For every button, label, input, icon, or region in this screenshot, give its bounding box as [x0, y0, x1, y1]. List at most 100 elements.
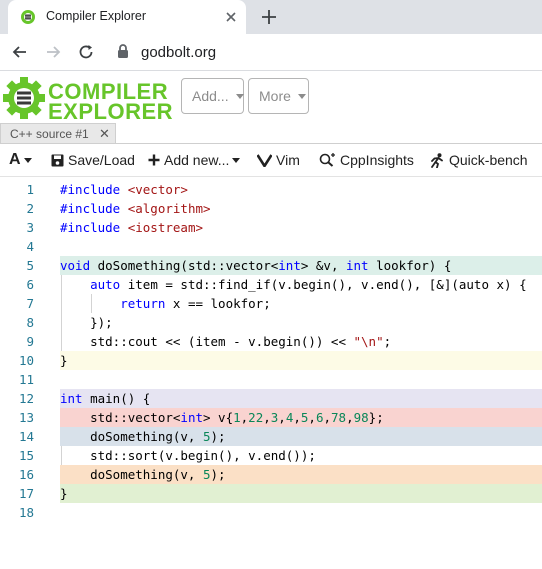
code-token: 1: [233, 410, 241, 425]
chevron-down-icon: [235, 93, 244, 99]
code-line[interactable]: 14 doSomething(v, 5);: [0, 427, 542, 446]
line-number: 11: [18, 372, 34, 387]
add-dropdown-button[interactable]: Add...: [181, 78, 244, 114]
code-token: });: [60, 315, 113, 330]
vim-label: Vim: [276, 152, 300, 168]
close-pane-icon[interactable]: ✕: [99, 126, 110, 142]
lock-icon: [118, 44, 128, 58]
code-line[interactable]: 3 #include <iostream>: [0, 218, 542, 237]
line-number: 16: [18, 467, 34, 482]
line-number: 10: [18, 353, 34, 368]
line-number: 3: [26, 220, 34, 235]
code-token: 78: [331, 410, 347, 425]
code-token: );: [210, 467, 226, 482]
code-editor[interactable]: 1 #include <vector> 2 #include <algorithm> 3…: [0, 180, 542, 569]
line-highlight: [60, 351, 542, 370]
code-token: lookfor) {: [368, 258, 452, 273]
more-button-label: More: [259, 88, 291, 104]
code-line[interactable]: 4: [0, 237, 542, 256]
code-token: #include: [60, 220, 128, 235]
code-token: return: [120, 296, 166, 311]
chevron-down-icon: [23, 157, 32, 163]
browser-tab[interactable]: Compiler Explorer: [8, 0, 246, 34]
code-token: x == lookfor;: [165, 296, 271, 311]
line-code: int main() {: [60, 389, 150, 408]
add-new-label: Add new...: [164, 152, 230, 168]
code-token: ,: [323, 410, 332, 425]
back-arrow-icon[interactable]: [10, 42, 30, 62]
vim-icon: [257, 153, 272, 167]
code-line[interactable]: 17}: [0, 484, 542, 503]
plus-icon: [148, 154, 160, 166]
close-tab-icon[interactable]: [222, 8, 240, 26]
compiler-explorer-logo[interactable]: COMPILER EXPLORER: [0, 73, 174, 124]
code-token: #include: [60, 182, 128, 197]
code-token: );: [210, 429, 226, 444]
line-code: #include <algorithm>: [60, 199, 211, 218]
line-number: 7: [26, 296, 34, 311]
code-token: }: [60, 353, 68, 368]
code-line[interactable]: 2 #include <algorithm>: [0, 199, 542, 218]
save-icon: [51, 154, 64, 166]
line-code: #include <iostream>: [60, 218, 203, 237]
gear-logo-icon: [3, 77, 45, 119]
line-code: doSomething(v, 5);: [60, 427, 226, 446]
code-line[interactable]: 10}: [0, 351, 542, 370]
address-bar[interactable]: godbolt.org: [141, 44, 216, 61]
save-load-label: Save/Load: [68, 152, 135, 168]
font-size-button[interactable]: A: [9, 151, 32, 169]
code-token: item = std::find_if(v.begin(), v.end(), …: [120, 277, 527, 292]
line-number: 13: [18, 410, 34, 425]
browser-toolbar: godbolt.org: [0, 34, 542, 71]
code-line[interactable]: 12 int main() {: [0, 389, 542, 408]
new-tab-icon[interactable]: [258, 6, 280, 28]
code-token: ,: [263, 410, 271, 425]
chevron-down-icon: [232, 157, 241, 163]
line-number: 4: [26, 239, 34, 254]
line-code: doSomething(v, 5);: [60, 465, 226, 484]
line-number: 18: [18, 505, 34, 520]
forward-arrow-icon[interactable]: [43, 42, 63, 62]
line-number: 14: [18, 429, 34, 444]
code-line[interactable]: 13 std::vector<int> v{1,22,3,4,5,6,78,98…: [0, 408, 542, 427]
code-token: 5: [203, 429, 211, 444]
code-token: <iostream>: [127, 220, 203, 235]
code-line[interactable]: 5 void doSomething(std::vector<int> &v, i…: [0, 256, 542, 275]
code-line[interactable]: 9 std::cout << (item - v.begin()) << "\n…: [0, 332, 542, 351]
code-line[interactable]: 8 });: [0, 313, 542, 332]
line-code: return x == lookfor;: [60, 294, 271, 313]
quick-bench-button[interactable]: Quick-bench: [429, 151, 528, 169]
tab-cpp-source-1[interactable]: C++ source #1 ✕: [0, 123, 116, 143]
vim-button[interactable]: Vim: [257, 151, 300, 169]
code-line[interactable]: 1 #include <vector>: [0, 180, 542, 199]
code-line[interactable]: 6 auto item = std::find_if(v.begin(), v.…: [0, 275, 542, 294]
code-line[interactable]: 16 doSomething(v, 5);: [0, 465, 542, 484]
save-load-button[interactable]: Save/Load: [51, 151, 135, 169]
code-token: int: [60, 391, 83, 406]
line-code: }: [60, 484, 68, 503]
code-token: ,: [308, 410, 316, 425]
code-line[interactable]: 18: [0, 503, 542, 522]
line-code: std::vector<int> v{1,22,3,4,5,6,78,98};: [60, 408, 384, 427]
cppinsights-button[interactable]: CppInsights: [319, 151, 414, 169]
code-line[interactable]: 15 std::sort(v.begin(), v.end());: [0, 446, 542, 465]
code-token: 5: [203, 467, 211, 482]
code-token: ,: [346, 410, 354, 425]
more-dropdown-button[interactable]: More: [248, 78, 309, 114]
code-token: std::cout << (item - v.begin()) <<: [60, 334, 354, 349]
code-line[interactable]: 11: [0, 370, 542, 389]
pane-tab-label: C++ source #1: [10, 127, 89, 141]
line-number: 17: [18, 486, 34, 501]
code-token: 22: [248, 410, 264, 425]
code-token: "\n": [353, 334, 384, 349]
code-token: ,: [278, 410, 286, 425]
quick-bench-label: Quick-bench: [449, 152, 528, 168]
cppinsights-label: CppInsights: [340, 152, 414, 168]
add-new-button[interactable]: Add new...: [148, 151, 241, 169]
logo-text-explorer: EXPLORER: [48, 99, 174, 124]
reload-icon[interactable]: [76, 42, 96, 62]
code-token: ,: [293, 410, 301, 425]
code-token: #include: [60, 201, 128, 216]
code-line[interactable]: 7 return x == lookfor;: [0, 294, 542, 313]
